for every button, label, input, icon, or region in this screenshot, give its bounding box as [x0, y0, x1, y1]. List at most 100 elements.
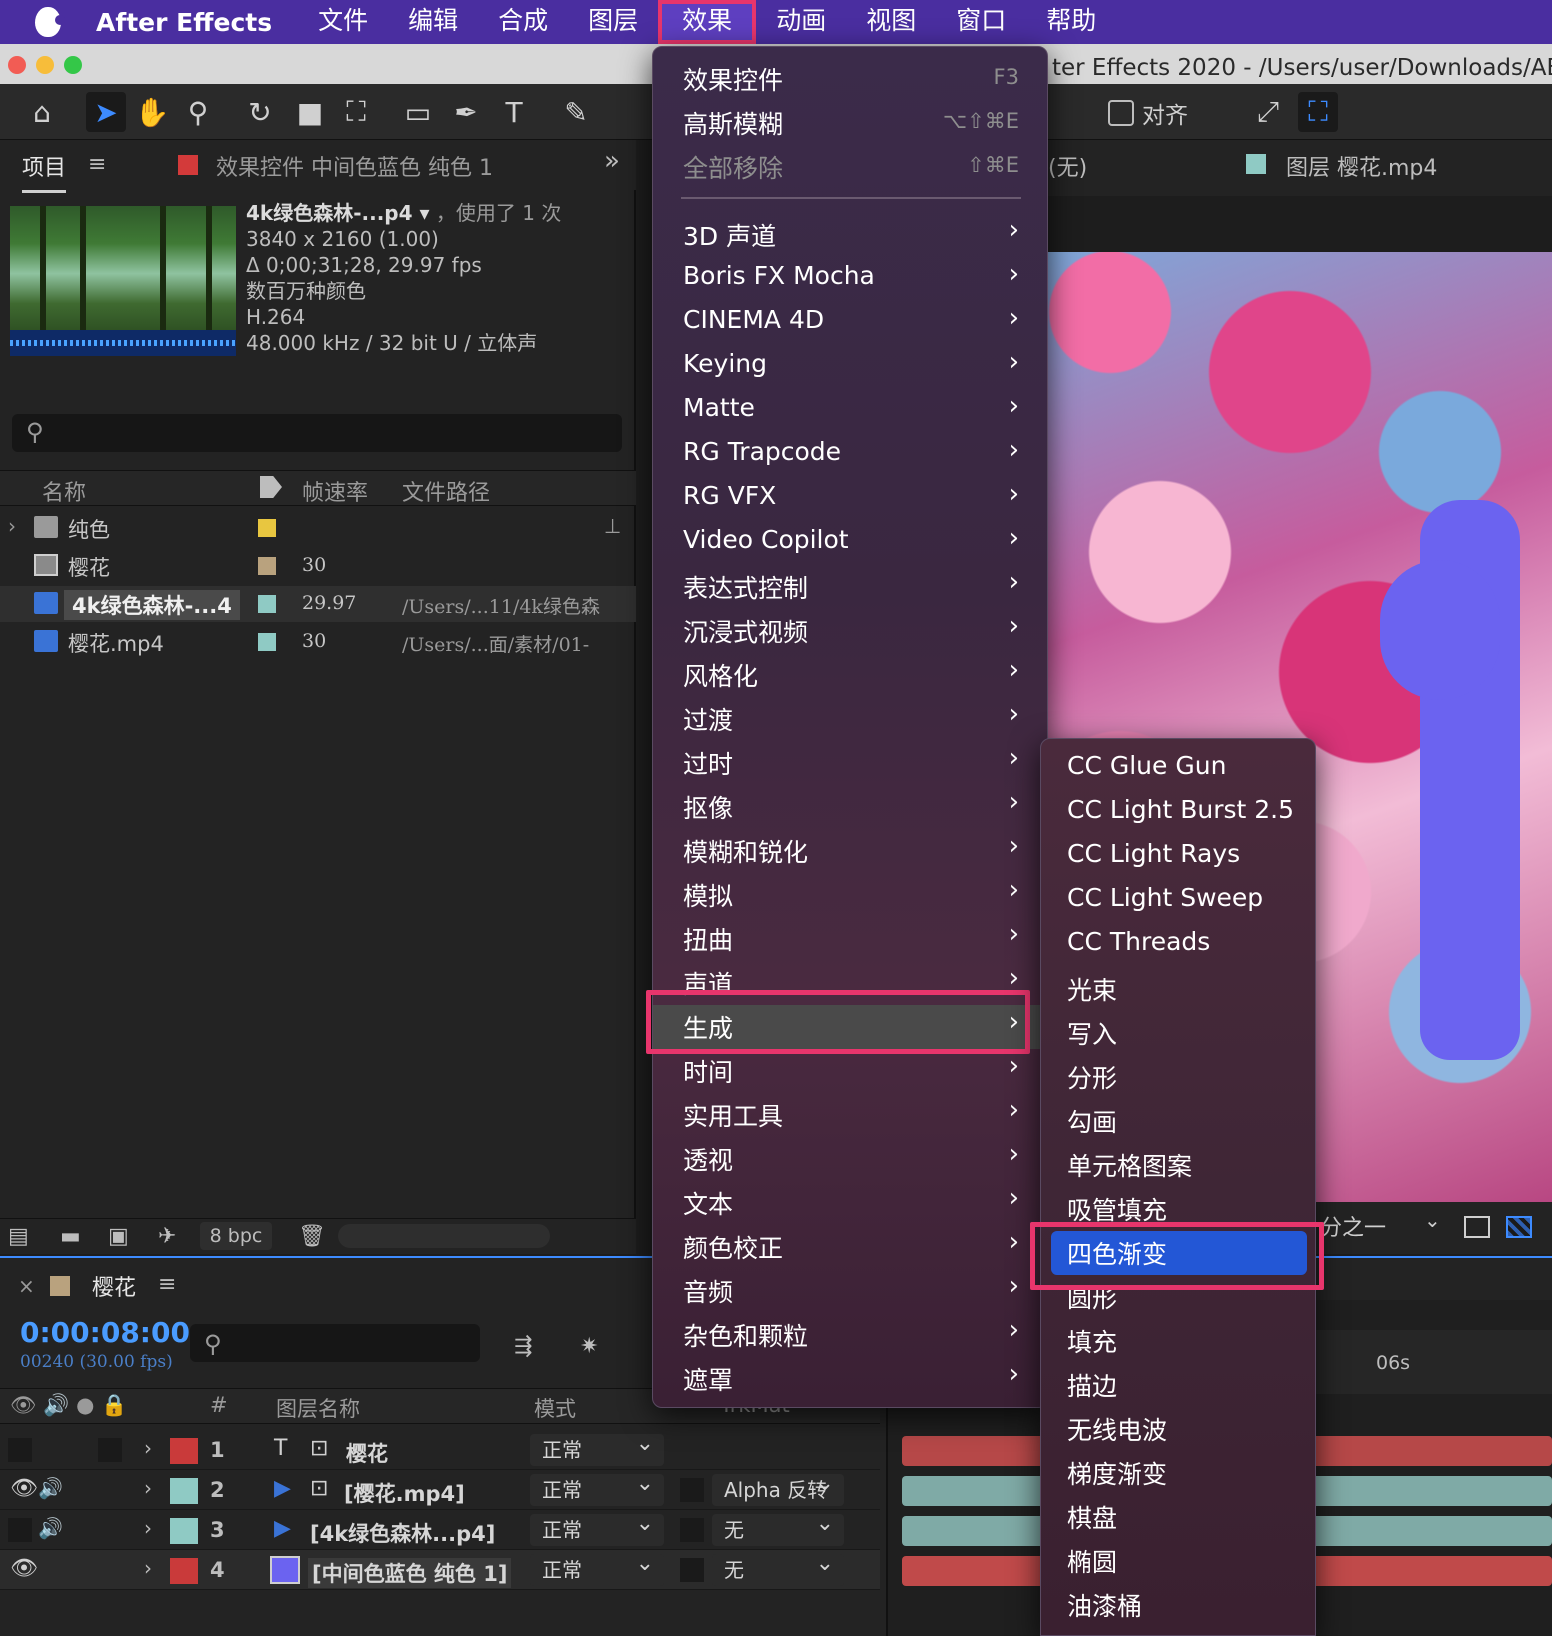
timeline-menu-icon[interactable]: ≡	[158, 1272, 176, 1297]
fx-icon[interactable]: ⊡	[310, 1436, 334, 1462]
effect-menu-item[interactable]: 过时 ›	[653, 741, 1049, 785]
pen-tool-icon[interactable]: ✒	[446, 92, 486, 132]
effect-menu-item[interactable]: 模拟 ›	[653, 873, 1049, 917]
snap-icon[interactable]: ⤢	[1248, 92, 1288, 132]
blend-mode-select[interactable]: 正常	[530, 1508, 664, 1546]
generate-submenu-item[interactable]: 填充	[1041, 1319, 1317, 1363]
region-of-interest-icon[interactable]	[1464, 1216, 1490, 1238]
generate-submenu-item[interactable]: 椭圆	[1041, 1539, 1317, 1583]
new-folder-icon[interactable]: ▬	[60, 1224, 81, 1249]
menu-view[interactable]: 视图	[846, 0, 936, 44]
generate-submenu-item[interactable]: CC Light Burst 2.5	[1041, 791, 1317, 835]
expand-icon[interactable]: ›	[144, 1436, 152, 1460]
apple-menu[interactable]	[0, 0, 96, 44]
new-composition-icon[interactable]: ▣	[108, 1224, 129, 1249]
layer-label-color[interactable]	[170, 1558, 198, 1584]
minimize-window-button[interactable]	[36, 56, 54, 74]
layer-row[interactable]: 🔊 › 3 ▶ [4k绿色森林...p4] 正常 无	[0, 1508, 880, 1550]
eye-icon[interactable]: 👁	[10, 1556, 38, 1581]
effect-menu-item[interactable]: Matte ›	[653, 389, 1049, 433]
column-path[interactable]: 文件路径	[402, 475, 490, 507]
track-matte-select[interactable]: 无	[712, 1548, 844, 1586]
label-swatch[interactable]	[258, 633, 276, 651]
effect-menu-item[interactable]: 过渡 ›	[653, 697, 1049, 741]
effect-menu-item[interactable]: 时间 ›	[653, 1049, 1049, 1093]
audio-icon[interactable]: 🔊	[38, 1476, 63, 1500]
timeline-search-input[interactable]	[190, 1324, 480, 1362]
generate-submenu-item[interactable]: 油漆桶	[1041, 1583, 1317, 1627]
layer-name[interactable]: [4k绿色森林...p4]	[310, 1518, 495, 1548]
layer-name[interactable]: [中间色蓝色 纯色 1]	[308, 1558, 512, 1588]
generate-submenu-item[interactable]: CC Threads	[1041, 923, 1317, 967]
menu-help[interactable]: 帮助	[1026, 0, 1116, 44]
effect-menu-item[interactable]: 风格化 ›	[653, 653, 1049, 697]
interpret-footage-icon[interactable]: ▤	[8, 1224, 29, 1249]
panel-overflow-icon[interactable]: »	[604, 146, 620, 176]
expand-icon[interactable]: ›	[144, 1476, 152, 1500]
project-row[interactable]: 4k绿色森林-...4 29.97 /Users/...11/4k绿色森	[0, 586, 636, 622]
thumbnail-size-slider[interactable]	[338, 1224, 550, 1248]
menu-effect[interactable]: 效果	[658, 0, 757, 44]
project-row[interactable]: 樱花.mp4 30 /Users/...面/素材/01-	[0, 624, 636, 660]
bit-depth-button[interactable]: 8 bpc	[200, 1222, 272, 1250]
trash-icon[interactable]: 🗑	[298, 1224, 326, 1249]
layer-label-color[interactable]	[170, 1438, 198, 1464]
generate-submenu-item[interactable]: 描边	[1041, 1363, 1317, 1407]
transparency-grid-icon[interactable]	[1506, 1216, 1532, 1238]
effect-menu-item[interactable]: RG Trapcode ›	[653, 433, 1049, 477]
generate-submenu-item[interactable]: 无线电波	[1041, 1407, 1317, 1451]
menu-composition[interactable]: 合成	[478, 0, 568, 44]
generate-submenu-item[interactable]: CC Light Rays	[1041, 835, 1317, 879]
tab-footage-none[interactable]: (无)	[1048, 150, 1087, 182]
generate-submenu-item[interactable]: 棋盘	[1041, 1495, 1317, 1539]
align-checkbox[interactable]	[1108, 100, 1134, 126]
effect-menu-item[interactable]: 高斯模糊 ⌥⇧⌘E	[653, 101, 1049, 145]
layer-name[interactable]: 樱花	[346, 1438, 388, 1468]
label-swatch[interactable]	[258, 595, 276, 613]
effect-menu-item[interactable]: Boris FX Mocha ›	[653, 257, 1049, 301]
track-matte-select[interactable]: Alpha 反转	[712, 1468, 844, 1506]
column-fps[interactable]: 帧速率	[302, 475, 368, 507]
layer-name[interactable]: [樱花.mp4]	[344, 1478, 465, 1508]
close-window-button[interactable]	[8, 56, 26, 74]
rotate-tool-icon[interactable]: ↻	[240, 92, 280, 132]
menu-animation[interactable]: 动画	[756, 0, 846, 44]
footage-name[interactable]: 4k绿色森林-...p4 ▾	[246, 201, 430, 225]
preserve-transparency-toggle[interactable]	[680, 1478, 704, 1502]
preserve-transparency-toggle[interactable]	[680, 1518, 704, 1542]
effect-menu-item[interactable]: 遮罩 ›	[653, 1357, 1049, 1401]
effect-menu-item[interactable]: 实用工具 ›	[653, 1093, 1049, 1137]
effect-menu-item[interactable]: 音频 ›	[653, 1269, 1049, 1313]
layer-label-color[interactable]	[170, 1478, 198, 1504]
effect-menu-item[interactable]: Keying ›	[653, 345, 1049, 389]
menu-file[interactable]: 文件	[298, 0, 388, 44]
app-menu[interactable]: After Effects	[96, 8, 272, 37]
effect-menu-item[interactable]: RG VFX ›	[653, 477, 1049, 521]
tab-project[interactable]: 项目	[22, 150, 67, 193]
generate-submenu-item[interactable]: 梯度渐变	[1041, 1451, 1317, 1495]
home-icon[interactable]: ⌂	[22, 92, 62, 132]
rectangle-tool-icon[interactable]: ▭	[398, 92, 438, 132]
expand-icon[interactable]: ›	[144, 1516, 152, 1540]
effect-menu-item[interactable]: 表达式控制 ›	[653, 565, 1049, 609]
track-matte-select[interactable]: 无	[712, 1508, 844, 1546]
generate-submenu-item[interactable]: 单元格图案	[1041, 1143, 1317, 1187]
resolution-dropdown[interactable]: 分之一	[1320, 1210, 1386, 1242]
pan-behind-tool-icon[interactable]: ⛶	[336, 92, 376, 132]
preserve-transparency-toggle[interactable]	[680, 1558, 704, 1582]
generate-submenu-item[interactable]: 勾画	[1041, 1099, 1317, 1143]
generate-submenu-item[interactable]: CC Light Sweep	[1041, 879, 1317, 923]
effect-menu-item[interactable]: 沉浸式视频 ›	[653, 609, 1049, 653]
draft-3d-icon[interactable]: ✷	[580, 1334, 598, 1359]
effect-menu-item[interactable]: 文本 ›	[653, 1181, 1049, 1225]
video-toggle[interactable]	[8, 1438, 32, 1462]
text-tool-icon[interactable]: T	[494, 92, 534, 132]
hand-tool-icon[interactable]: ✋	[132, 92, 172, 132]
time-ruler[interactable]	[1300, 1330, 1552, 1394]
effect-menu-item[interactable]: 杂色和颗粒 ›	[653, 1313, 1049, 1357]
chevron-down-icon[interactable]: ⌄	[1424, 1208, 1441, 1232]
zoom-window-button[interactable]	[64, 56, 82, 74]
label-swatch[interactable]	[258, 557, 276, 575]
menu-window[interactable]: 窗口	[936, 0, 1026, 44]
column-name[interactable]: 名称	[42, 475, 86, 507]
